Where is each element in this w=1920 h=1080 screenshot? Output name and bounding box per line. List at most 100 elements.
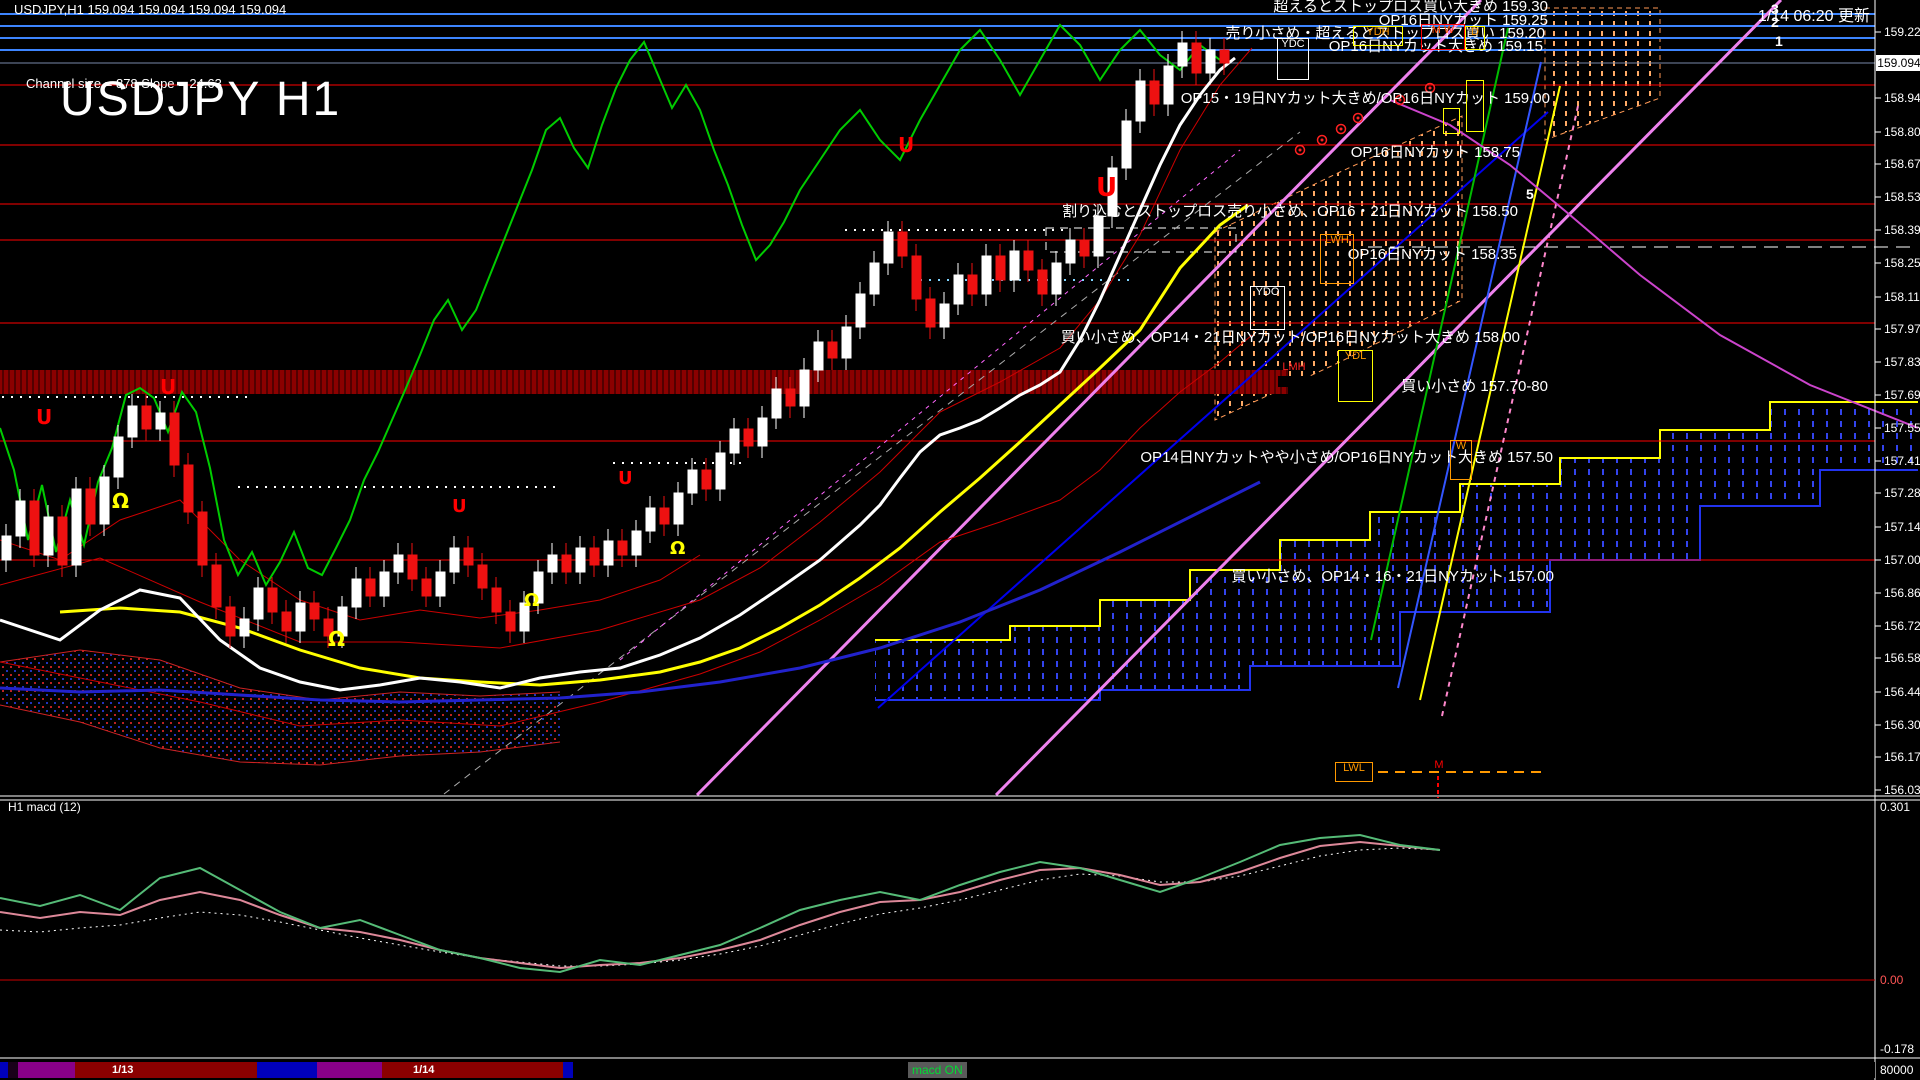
- macd-min-label: -0.178: [1880, 1042, 1914, 1056]
- candle-body: [1136, 81, 1145, 121]
- macd-toggle-button[interactable]: macd ON: [908, 1062, 967, 1078]
- level-box-lmh: LMH: [1278, 362, 1310, 375]
- candle-body: [548, 555, 557, 572]
- count-number-label: 5: [1526, 186, 1534, 202]
- buy-arrow-marker: Ω: [112, 489, 129, 513]
- option-annotation: OP15・19日NYカット大きめ/OP16日NYカット 159.00: [1181, 87, 1550, 108]
- candle-body: [828, 342, 837, 358]
- candle-body: [268, 588, 277, 612]
- signal-ring-dot: [1340, 128, 1343, 131]
- axis-price-label: 156.720: [1884, 619, 1920, 633]
- session-color-segment: [18, 1062, 75, 1078]
- candle-body: [954, 275, 963, 304]
- axis-price-label: 158.250: [1884, 256, 1920, 270]
- level-box-lwl: LWL: [1335, 762, 1373, 782]
- macd-indicator-label: H1 macd (12): [8, 800, 81, 814]
- candle-body: [44, 517, 53, 555]
- candle-body: [478, 565, 487, 588]
- candle-body: [884, 232, 893, 263]
- candle-body: [198, 512, 207, 565]
- date-label: 1/13: [112, 1064, 133, 1076]
- axis-price-label: 157.415: [1884, 454, 1920, 468]
- level-box-ydh: YDH: [1353, 26, 1403, 46]
- session-color-segment: [0, 1062, 8, 1078]
- session-color-segment: [382, 1062, 563, 1078]
- axis-price-label: 156.445: [1884, 685, 1920, 699]
- sell-arrow-marker: U: [898, 133, 914, 157]
- buy-arrow-marker: Ω: [524, 590, 539, 611]
- axis-price-label: 157.140: [1884, 520, 1920, 534]
- candle-body: [1220, 50, 1229, 63]
- candle-body: [282, 612, 291, 631]
- candle-body: [674, 493, 683, 524]
- candle-body: [226, 607, 235, 636]
- candle-body: [870, 263, 879, 294]
- candle-body: [142, 406, 151, 429]
- option-annotation: 割り込むとストップロス売り小さめ、OP16・21日NYカット 158.50: [1062, 200, 1518, 221]
- axis-price-label: 157.000: [1884, 553, 1920, 567]
- level-box-m-w: M W: [1421, 24, 1465, 50]
- axis-price-label: 158.670: [1884, 157, 1920, 171]
- candle-body: [366, 579, 375, 596]
- candle-body: [114, 437, 123, 477]
- axis-price-label: 156.585: [1884, 651, 1920, 665]
- macd-signal-line: [0, 842, 1440, 968]
- buy-arrow-marker: Ω: [328, 627, 345, 651]
- candle-body: [30, 501, 39, 555]
- session-color-segment: [317, 1062, 382, 1078]
- candle-body: [1052, 263, 1061, 294]
- candle-body: [856, 294, 865, 327]
- axis-price-label: 157.555: [1884, 421, 1920, 435]
- option-annotation: 買い小さめ、OP14・21日NYカット/OP16日NYカット大きめ 158.00: [1061, 326, 1520, 347]
- candle-body: [800, 370, 809, 406]
- candle-body: [590, 548, 599, 565]
- candle-body: [926, 299, 935, 327]
- axis-price-label: 157.695: [1884, 388, 1920, 402]
- symbol-watermark: USDJPY H1: [60, 72, 341, 127]
- candle-body: [2, 536, 11, 560]
- candle-body: [1164, 66, 1173, 104]
- candle-body: [786, 389, 795, 406]
- axis-price-label: 156.305: [1884, 718, 1920, 732]
- candle-body: [1010, 251, 1019, 280]
- candle-body: [744, 429, 753, 446]
- axis-price-label: 158.945: [1884, 91, 1920, 105]
- candle-body: [464, 548, 473, 565]
- candle-body: [1038, 270, 1047, 294]
- candle-body: [170, 413, 179, 465]
- axis-price-label: 156.860: [1884, 586, 1920, 600]
- level-box-lwh: LWH: [1320, 234, 1354, 284]
- axis-price-label: 157.835: [1884, 355, 1920, 369]
- level-box-ydo: YDO: [1250, 286, 1285, 330]
- candle-body: [352, 579, 361, 607]
- candle-body: [72, 489, 81, 565]
- ichimoku-cloud-left: [0, 650, 560, 765]
- symbol-ohlc-readout: USDJPY,H1 159.094 159.094 159.094 159.09…: [14, 2, 286, 17]
- envelope-upper-red: [0, 48, 1252, 648]
- macd-main-line: [0, 835, 1440, 972]
- candle-body: [506, 612, 515, 631]
- axis-price-label: 156.170: [1884, 750, 1920, 764]
- session-color-segment: [75, 1062, 257, 1078]
- candle-body: [310, 603, 319, 619]
- candle-body: [618, 541, 627, 555]
- candle-body: [156, 413, 165, 429]
- candle-body: [576, 548, 585, 572]
- signal-ring-dot: [1357, 117, 1360, 120]
- candle-body: [1206, 50, 1215, 73]
- price-chart-canvas[interactable]: UUΩΩUΩUΩUU: [0, 0, 1920, 1080]
- candle-body: [254, 588, 263, 619]
- candle-body: [814, 342, 823, 370]
- candle-body: [1024, 251, 1033, 270]
- candle-body: [758, 418, 767, 446]
- mid-ma-yellow: [60, 205, 1248, 685]
- candle-body: [492, 588, 501, 612]
- axis-price-label: 156.030: [1884, 783, 1920, 797]
- candle-body: [422, 579, 431, 596]
- candle-body: [968, 275, 977, 294]
- candle-body: [100, 477, 109, 524]
- candle-body: [772, 389, 781, 418]
- candle-body: [16, 501, 25, 536]
- current-price-tag: 159.094: [1876, 55, 1920, 71]
- candle-body: [660, 508, 669, 524]
